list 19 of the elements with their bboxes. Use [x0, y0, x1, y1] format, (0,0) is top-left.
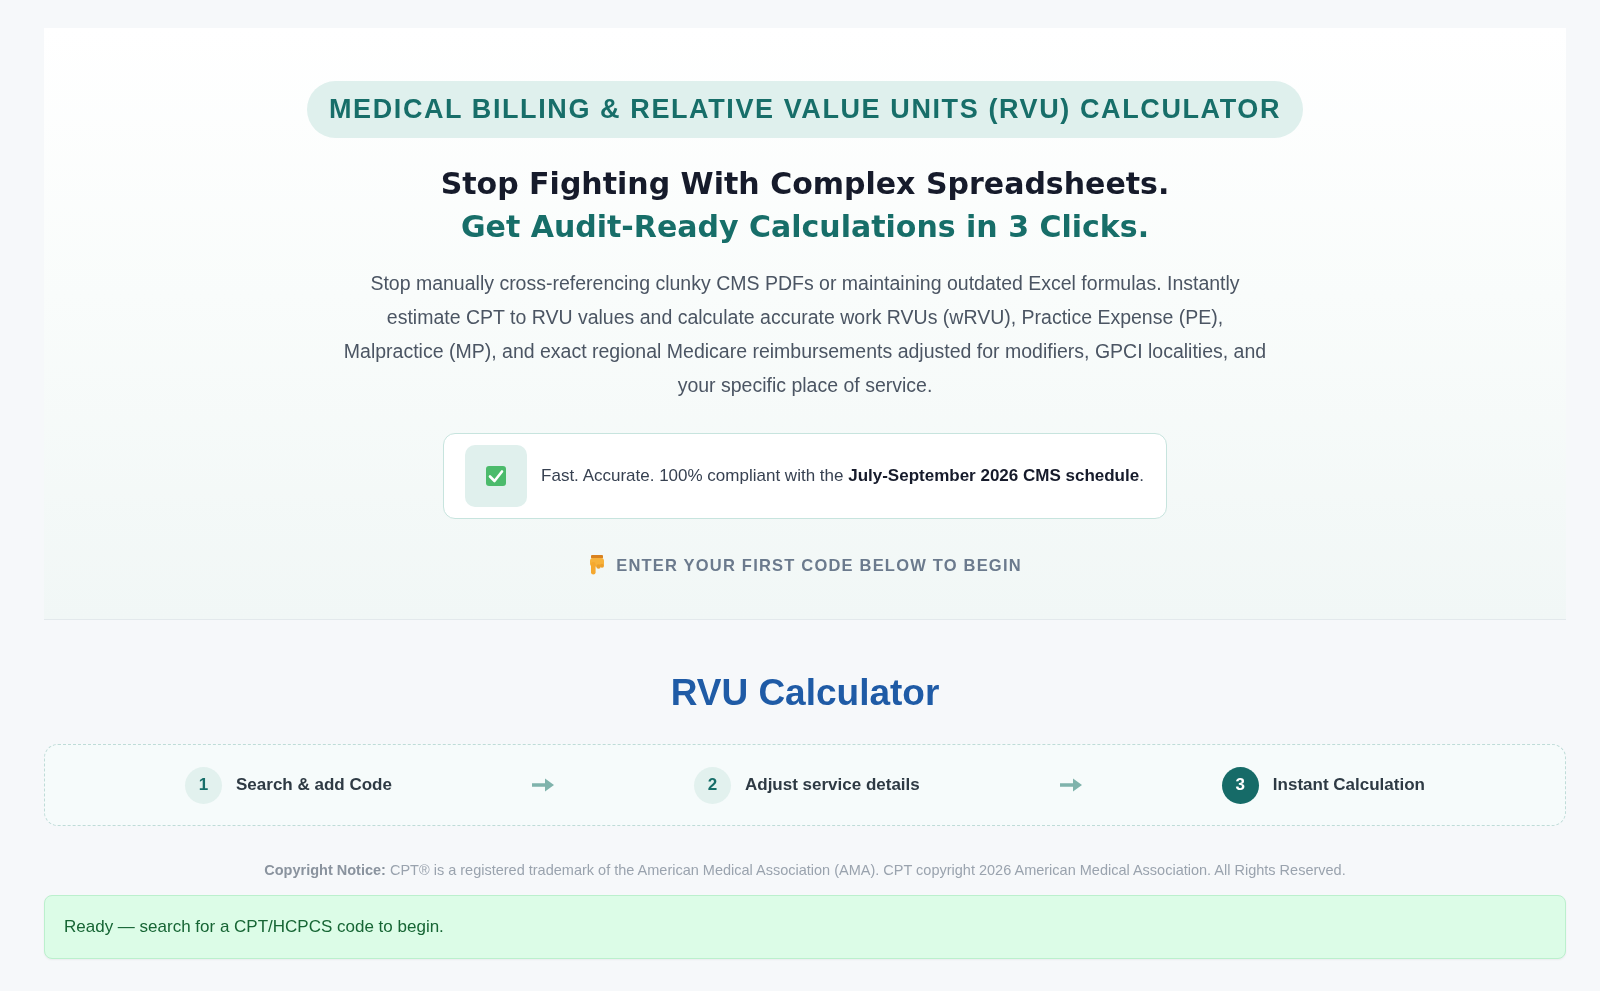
compliance-note: Fast. Accurate. 100% compliant with the July-September 2026 CMS schedule. [541, 466, 1144, 486]
status-banner: Ready — search for a CPT/HCPCS code to begin. [44, 895, 1566, 959]
headline: Stop Fighting With Complex Spreadsheets. [440, 165, 1170, 203]
subheadline: Get Audit-Ready Calculations in 3 Clicks. [460, 208, 1150, 246]
step-number: 3 [1221, 766, 1259, 804]
description-text: Stop manually cross-referencing clunky CMS PDFs or maintaining outdated Excel formulas. Instantly estimate CPT to RVU values and calculate accurate work RVUs (wRVU), Practice Expense (PE), Malpractice (MP), and exact regional Medicare reimbursements adjusted for modifiers, GPCI localities, and your specific place of service. [342, 271, 1268, 398]
cta-hint: ENTER YOUR FIRST CODE BELOW TO BEGIN [616, 555, 1022, 575]
check-icon [465, 445, 528, 507]
step-number: 2 [693, 766, 731, 804]
step-label: Search & add Code [236, 775, 392, 795]
arrow-icon [1059, 777, 1082, 793]
arrow-icon [531, 777, 554, 793]
step-label: Instant Calculation [1272, 775, 1425, 795]
step-label: Adjust service details [744, 775, 920, 795]
pointing-hand-icon [588, 555, 607, 575]
step-number: 1 [185, 766, 223, 804]
calculator-title: RVU Calculator [670, 671, 940, 715]
page-title-banner: MEDICAL BILLING & RELATIVE VALUE UNITS (RVU) CALCULATOR [307, 81, 1303, 138]
copyright-notice: Copyright Notice: CPT® is a registered trademark of the American Medical Association (AMA). CPT copyright 2026 American Medical Association. All Rights Reserved. [263, 861, 1347, 880]
